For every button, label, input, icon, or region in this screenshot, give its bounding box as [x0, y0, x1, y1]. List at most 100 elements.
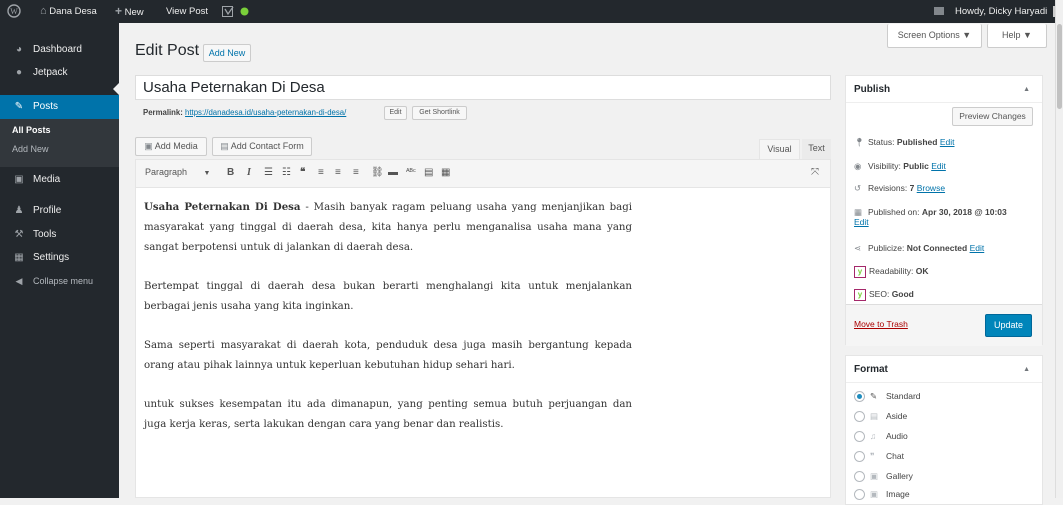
radio-chat[interactable]: [854, 451, 865, 463]
view-post-link[interactable]: View Post: [166, 0, 208, 23]
collapse-toggle-icon[interactable]: ▲: [1023, 76, 1030, 103]
tab-visual[interactable]: Visual: [759, 139, 800, 159]
sidebar-item-tools[interactable]: ⚒ Tools: [0, 223, 119, 247]
format-option-label: Aside: [886, 411, 908, 421]
visibility-edit-link[interactable]: Edit: [931, 161, 946, 171]
sidebar-item-label: Collapse menu: [33, 276, 94, 286]
published-on-edit-row: Edit: [854, 217, 869, 227]
add-new-post-button[interactable]: Add New: [203, 44, 251, 62]
active-menu-arrow: [113, 83, 119, 95]
post-title-input[interactable]: Usaha Peternakan Di Desa: [135, 75, 831, 100]
add-contact-form-button[interactable]: ▤ Add Contact Form: [212, 137, 312, 156]
bold-icon[interactable]: B: [227, 167, 234, 178]
submenu-all-posts[interactable]: All Posts: [12, 125, 51, 135]
new-content-link[interactable]: + New: [115, 0, 144, 23]
italic-icon[interactable]: I: [247, 167, 251, 178]
spellcheck-icon[interactable]: ᴬᴮᶜ: [406, 167, 416, 176]
preview-changes-button[interactable]: Preview Changes: [952, 107, 1033, 126]
permalink-url[interactable]: https://danadesa.id/usaha-peternakan-di-…: [185, 108, 346, 117]
format-option-standard[interactable]: ✎ Standard: [854, 391, 921, 403]
format-option-chat[interactable]: ❞ Chat: [854, 451, 904, 463]
history-icon: ↺: [854, 183, 862, 193]
sidebar-item-dashboard[interactable]: ◕ Dashboard: [0, 38, 119, 62]
chat-icon: ❞: [870, 451, 875, 461]
publish-box-header[interactable]: Publish ▲: [846, 76, 1042, 103]
publicize-label: Publicize:: [868, 243, 905, 253]
browse-revisions-link[interactable]: Browse: [917, 183, 945, 193]
status-value: Published: [896, 137, 938, 147]
publicize-value: Not Connected: [906, 243, 968, 253]
permalink-edit-button[interactable]: Edit: [384, 106, 407, 120]
expand-icon[interactable]: ⤧: [811, 167, 819, 178]
format-option-audio[interactable]: ♫ Audio: [854, 431, 908, 443]
format-option-gallery[interactable]: ▣ Gallery: [854, 471, 913, 483]
sidebar-item-label: Posts: [33, 101, 59, 112]
publicize-edit-link[interactable]: Edit: [970, 243, 985, 253]
format-title: Format: [854, 364, 888, 375]
editor-content[interactable]: Usaha Peternakan Di Desa - Masih banyak …: [144, 197, 632, 454]
blockquote-icon[interactable]: ❝: [300, 167, 305, 178]
publish-actions: Move to Trash Update: [846, 304, 1042, 346]
my-account-link[interactable]: Howdy, Dicky Haryadi: [955, 0, 1063, 23]
audio-icon: ♫: [870, 431, 877, 441]
align-left-icon[interactable]: ≡: [318, 167, 324, 178]
radio-standard[interactable]: [854, 391, 865, 403]
sidebar-item-settings[interactable]: ▦ Settings: [0, 246, 119, 270]
svg-text:W: W: [10, 7, 18, 16]
format-option-aside[interactable]: ▤ Aside: [854, 411, 908, 423]
radio-image[interactable]: [854, 489, 865, 501]
admin-sidebar: ◕ Dashboard ● Jetpack ✎ Posts All Posts …: [0, 23, 119, 498]
add-media-button[interactable]: ▣ Add Media: [135, 137, 207, 156]
toolbar-toggle-icon[interactable]: ▦: [441, 167, 450, 178]
sidebar-item-posts[interactable]: ✎ Posts: [0, 95, 119, 119]
read-more-icon[interactable]: ▬: [388, 167, 398, 178]
sidebar-item-label: Profile: [33, 205, 62, 216]
tab-text[interactable]: Text: [802, 139, 831, 159]
fullscreen-icon[interactable]: ▤: [424, 167, 433, 178]
radio-gallery[interactable]: [854, 471, 865, 483]
paragraph-text: Bertempat tinggal di daerah desa bukan b…: [144, 281, 632, 312]
move-to-trash-link[interactable]: Move to Trash: [854, 319, 908, 329]
image-icon: ▣: [870, 489, 879, 499]
share-icon: ⋖: [854, 243, 862, 253]
get-shortlink-button[interactable]: Get Shortlink: [412, 106, 467, 120]
paragraph: Sama seperti masyarakat di daerah kota, …: [144, 336, 632, 376]
site-home-link[interactable]: ⌂ Dana Desa: [40, 0, 97, 23]
align-right-icon[interactable]: ≡: [353, 167, 359, 178]
format-option-image[interactable]: ▣ Image: [854, 489, 910, 501]
paragraph-bold: Usaha Peternakan Di Desa: [144, 201, 301, 213]
update-button[interactable]: Update: [985, 314, 1032, 337]
help-button[interactable]: Help ▼: [987, 24, 1047, 48]
published-on-value: Apr 30, 2018 @ 10:03: [921, 207, 1007, 217]
permalink-row: Permalink: https://danadesa.id/usaha-pet…: [143, 108, 346, 117]
link-icon[interactable]: ⛓: [371, 167, 384, 178]
format-box-header[interactable]: Format ▲: [846, 356, 1042, 383]
scrollbar-thumb[interactable]: [1057, 24, 1062, 109]
sidebar-item-profile[interactable]: ♟ Profile: [0, 199, 119, 223]
collapse-toggle-icon[interactable]: ▲: [1023, 356, 1030, 383]
dashboard-icon: ◕: [15, 44, 23, 55]
page-scrollbar[interactable]: [1055, 0, 1063, 498]
post-editor: Paragraph ▼ B I ☰ ☷ ❝ ≡ ≡ ≡ ⛓ ▬ ᴬᴮᶜ ▤ ▦ …: [135, 159, 831, 498]
notifications-icon[interactable]: [934, 0, 945, 23]
wordpress-logo-icon[interactable]: W: [7, 0, 21, 23]
sidebar-item-media[interactable]: ▣ Media: [0, 168, 119, 192]
yoast-seo-icon: y: [854, 289, 866, 301]
screen-options-button[interactable]: Screen Options ▼: [887, 24, 982, 48]
submenu-add-new[interactable]: Add New: [12, 144, 49, 154]
sidebar-item-label: Tools: [33, 229, 57, 240]
status-edit-link[interactable]: Edit: [940, 137, 955, 147]
radio-aside[interactable]: [854, 411, 865, 423]
align-center-icon[interactable]: ≡: [335, 167, 341, 178]
seo-status-dot: [240, 0, 249, 23]
seo-row: y SEO: Good: [854, 289, 914, 301]
greeting: Howdy, Dicky Haryadi: [955, 6, 1048, 17]
yoast-seo-icon[interactable]: [222, 0, 236, 23]
radio-audio[interactable]: [854, 431, 865, 443]
published-on-edit-link[interactable]: Edit: [854, 217, 869, 227]
format-select[interactable]: Paragraph ▼: [145, 167, 210, 177]
sidebar-collapse-menu[interactable]: ◀ Collapse menu: [0, 269, 119, 293]
numbered-list-icon[interactable]: ☷: [282, 167, 291, 178]
sidebar-item-jetpack[interactable]: ● Jetpack: [0, 61, 119, 85]
bullet-list-icon[interactable]: ☰: [264, 167, 273, 178]
